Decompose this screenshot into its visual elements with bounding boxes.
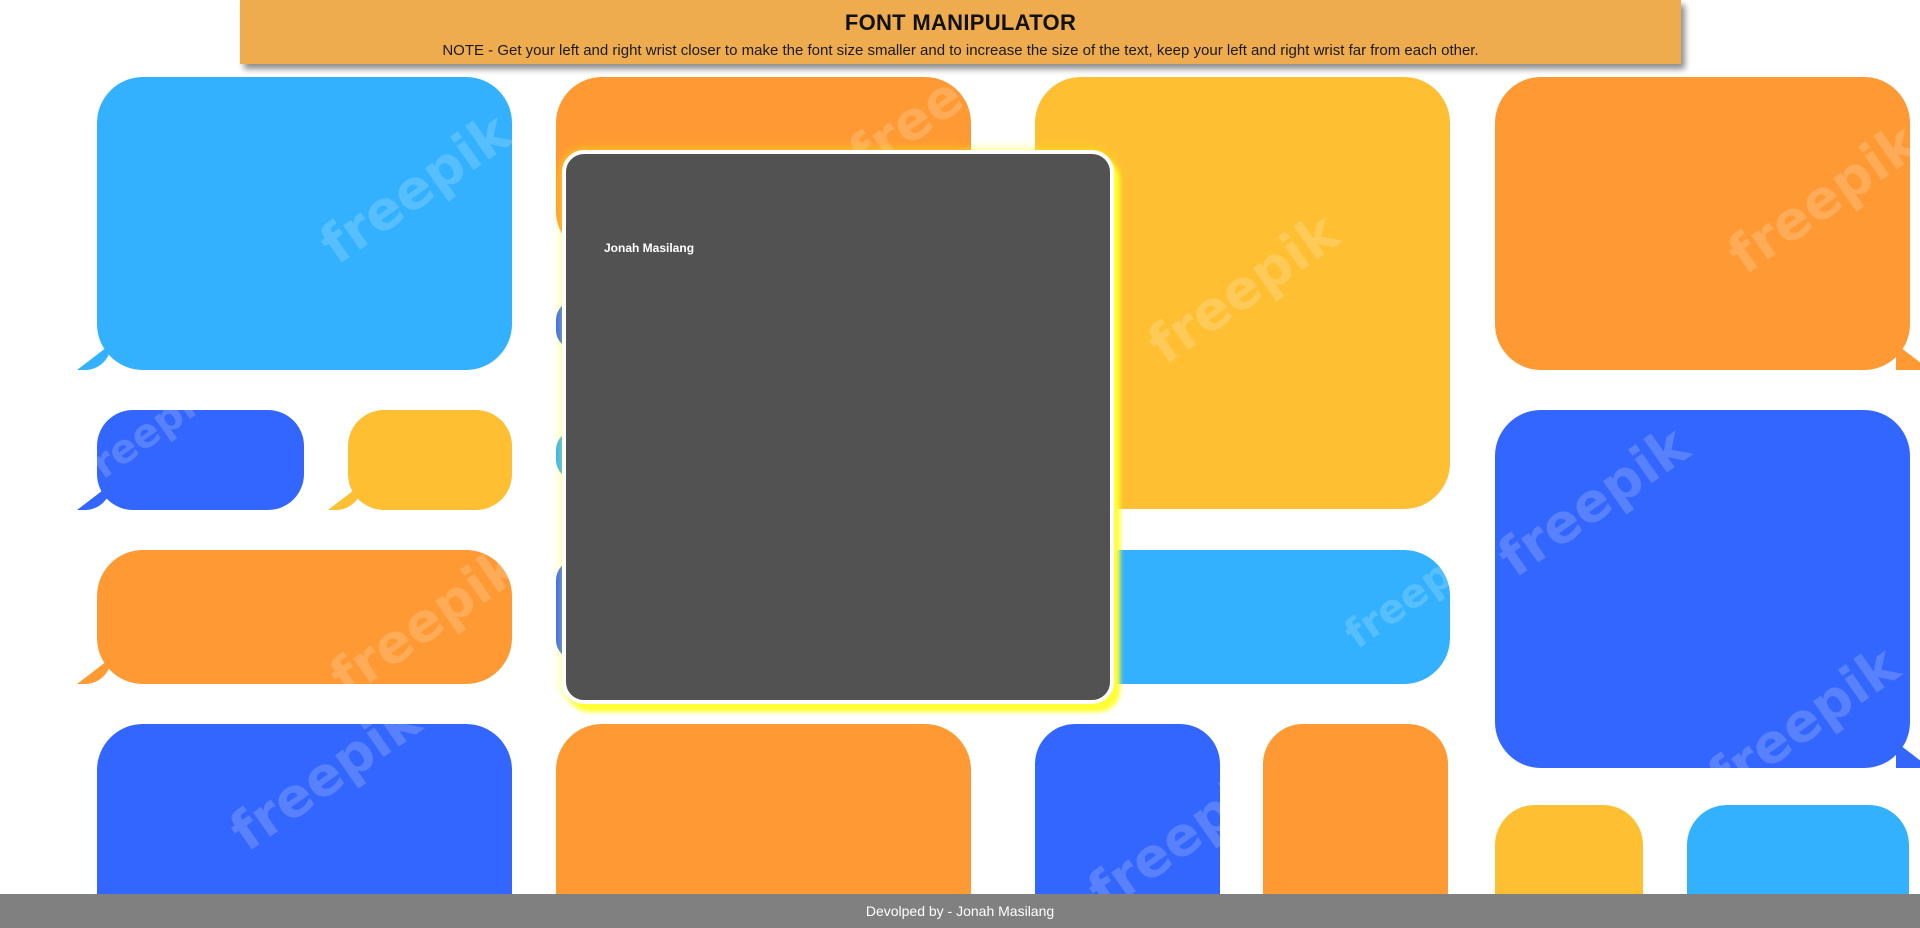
bubble-tail: [77, 344, 111, 370]
bubble-tail: [77, 658, 111, 684]
bubble-tail: [1896, 742, 1920, 768]
bubble-orange: freepik: [1495, 77, 1920, 370]
footer: Devolped by - Jonah Masilang: [0, 894, 1920, 928]
header-banner: FONT MANIPULATOR NOTE - Get your left an…: [240, 0, 1681, 64]
watermark: freepik: [1486, 413, 1700, 590]
page: freepik freepik freepik freepik freepik …: [0, 0, 1920, 928]
page-title: FONT MANIPULATOR: [844, 10, 1077, 35]
font-display-panel: Jonah Masilang: [562, 150, 1114, 704]
display-text: Jonah Masilang: [604, 241, 695, 255]
watermark: freepik: [1336, 528, 1495, 658]
bubble-blue: freepik: [68, 368, 304, 510]
bubble-sky: freepik: [77, 77, 522, 370]
watermark: freepik: [308, 100, 522, 277]
bubble-tail: [328, 484, 362, 510]
bubble-tail: [1896, 344, 1920, 370]
bubble-blue: freepik freepik: [1487, 410, 1920, 809]
instruction-note: NOTE - Get your left and right wrist clo…: [442, 42, 1479, 59]
bubble-yellow: [328, 410, 512, 510]
bubble-orange: freepik: [77, 534, 532, 709]
watermark: freepik: [1696, 633, 1910, 810]
watermark: freepik: [1716, 110, 1920, 287]
watermark: freepik: [318, 533, 532, 710]
watermark: freepik: [218, 687, 432, 864]
bubble-tail: [77, 484, 111, 510]
watermark: freepik: [68, 368, 227, 498]
footer-credit: Devolped by - Jonah Masilang: [865, 903, 1055, 919]
watermark: freepik: [1136, 200, 1350, 377]
